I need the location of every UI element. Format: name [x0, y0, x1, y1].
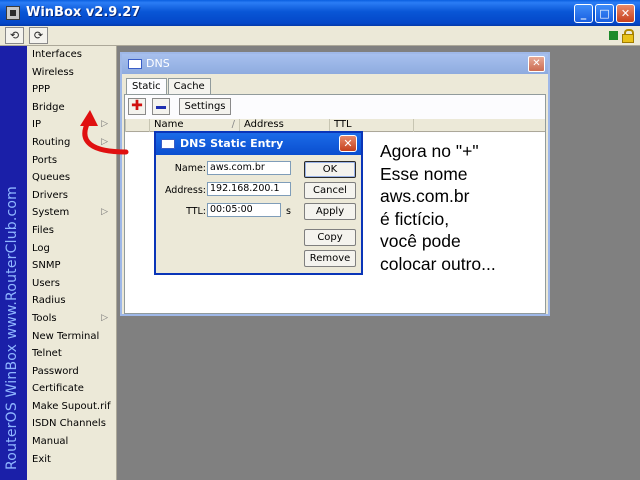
sidebar-item-label: Drivers — [32, 189, 68, 201]
sidebar-item-wireless[interactable]: Wireless — [27, 64, 116, 82]
redo-icon: ⟳ — [33, 29, 44, 42]
annotation-line: Agora no "+" — [380, 141, 479, 161]
sidebar-item-label: PPP — [32, 84, 51, 96]
address-field[interactable]: 192.168.200.1 — [207, 182, 291, 196]
sidebar-item-label: SNMP — [32, 260, 61, 272]
sidebar-item-files[interactable]: Files — [27, 222, 116, 240]
sidebar-item-interfaces[interactable]: Interfaces — [27, 46, 116, 64]
branding-vertical-text: RouterOS WinBox www.RouterClub.com — [4, 185, 20, 470]
dialog-title: DNS Static Entry — [180, 137, 284, 150]
lock-icon — [622, 29, 634, 43]
sidebar-item-label: Users — [32, 277, 61, 289]
dns-window-title: DNS — [146, 57, 170, 70]
sidebar-item-drivers[interactable]: Drivers — [27, 187, 116, 205]
tab-cache[interactable]: Cache — [167, 78, 211, 94]
red-curved-arrow — [80, 110, 129, 155]
sidebar-item-system[interactable]: System ▷ — [27, 204, 116, 222]
sidebar-item-label: Password — [32, 365, 79, 377]
sidebar-item-label: Bridge — [32, 101, 65, 113]
cancel-button[interactable]: Cancel — [304, 182, 356, 199]
connection-status-indicator — [609, 31, 618, 40]
dialog-close-button[interactable]: ✕ — [339, 135, 357, 152]
submenu-arrow-icon: ▷ — [101, 207, 108, 218]
sidebar-item-exit[interactable]: Exit — [27, 451, 116, 469]
ttl-unit: s — [286, 206, 291, 217]
sidebar-item-certificate[interactable]: Certificate — [27, 380, 116, 398]
annotation-line: é fictício, — [380, 208, 450, 229]
submenu-arrow-icon: ▷ — [101, 312, 108, 323]
ttl-label: TTL: — [186, 206, 206, 217]
undo-button[interactable]: ⟲ — [5, 27, 24, 44]
sidebar-item-label: ISDN Channels — [32, 418, 106, 430]
sidebar-item-new-terminal[interactable]: New Terminal — [27, 328, 116, 346]
sidebar-item-label: Tools — [32, 312, 57, 324]
sidebar-item-label: Wireless — [32, 66, 74, 78]
sidebar-item-manual[interactable]: Manual — [27, 433, 116, 451]
sidebar-item-label: Telnet — [32, 348, 62, 360]
column-header-filler — [413, 119, 545, 132]
sidebar-item-label: Certificate — [32, 383, 84, 395]
sidebar-item-label: Manual — [32, 436, 69, 448]
sidebar-item-tools[interactable]: Tools ▷ — [27, 310, 116, 328]
sidebar-item-log[interactable]: Log — [27, 240, 116, 258]
column-name-label: Name — [154, 119, 184, 130]
sort-indicator-icon: / — [231, 119, 235, 130]
dialog-titlebar[interactable]: DNS Static Entry ✕ — [156, 133, 361, 155]
undo-icon: ⟲ — [9, 29, 20, 42]
sidebar-item-label: Files — [32, 224, 54, 236]
apply-button[interactable]: Apply — [304, 203, 356, 220]
sidebar-item-label: System — [32, 207, 70, 219]
sidebar-item-label: Queues — [32, 172, 71, 184]
main-toolbar: ⟲ ⟳ — [0, 26, 640, 46]
sidebar-item-radius[interactable]: Radius — [27, 292, 116, 310]
sidebar-item-label: Ports — [32, 154, 58, 166]
dns-titlebar[interactable]: DNS ✕ — [122, 54, 548, 74]
sidebar-item-label: IP — [32, 119, 41, 131]
address-label: Address: — [164, 185, 206, 196]
sidebar-item-queues[interactable]: Queues — [27, 169, 116, 187]
sidebar-item-password[interactable]: Password — [27, 363, 116, 381]
main-titlebar: WinBox v2.9.27 _ □ ✕ — [0, 0, 640, 26]
annotation-line: Esse nome — [380, 163, 468, 184]
sidebar-item-label: Routing — [32, 136, 71, 148]
name-field[interactable]: aws.com.br — [207, 161, 291, 175]
ttl-field[interactable]: 00:05:00 — [207, 203, 281, 217]
winbox-app-icon — [6, 6, 20, 20]
sidebar-item-label: Interfaces — [32, 49, 82, 60]
annotation-line: aws.com.br — [380, 186, 470, 206]
window-icon — [128, 59, 142, 69]
minimize-button[interactable]: _ — [574, 4, 593, 23]
window-icon — [161, 139, 175, 149]
sidebar-item-label: Exit — [32, 453, 51, 465]
sidebar-item-telnet[interactable]: Telnet — [27, 345, 116, 363]
sidebar-item-label: Log — [32, 242, 50, 254]
sidebar-item-users[interactable]: Users — [27, 275, 116, 293]
close-button[interactable]: ✕ — [616, 4, 635, 23]
sidebar-item-make-supout-rif[interactable]: Make Supout.rif — [27, 398, 116, 416]
dns-static-entry-dialog: DNS Static Entry ✕ Name: aws.com.br Addr… — [154, 131, 363, 275]
redo-button[interactable]: ⟳ — [29, 27, 48, 44]
settings-button[interactable]: Settings — [179, 98, 231, 115]
annotation-line: colocar outro... — [380, 253, 496, 274]
remove-entry-button[interactable] — [152, 98, 170, 115]
dns-tabs: Static Cache — [126, 78, 212, 95]
ok-button[interactable]: OK — [304, 161, 356, 178]
sidebar-item-snmp[interactable]: SNMP — [27, 257, 116, 275]
annotation-text: Agora no "+" Esse nome aws.com.br é fict… — [380, 140, 548, 275]
sidebar-item-label: Make Supout.rif — [32, 400, 111, 412]
name-label: Name: — [174, 163, 206, 174]
dns-close-button[interactable]: ✕ — [528, 56, 545, 72]
minus-icon — [156, 106, 166, 109]
annotation-line: você pode — [380, 231, 461, 251]
sidebar-item-label: New Terminal — [32, 330, 100, 342]
sidebar-item-label: Radius — [32, 295, 66, 307]
tab-static[interactable]: Static — [126, 78, 167, 95]
copy-button[interactable]: Copy — [304, 229, 356, 246]
sidebar-item-isdn-channels[interactable]: ISDN Channels — [27, 415, 116, 433]
window-title: WinBox v2.9.27 — [26, 5, 141, 20]
sidebar-item-ppp[interactable]: PPP — [27, 81, 116, 99]
remove-button[interactable]: Remove — [304, 250, 356, 267]
maximize-button[interactable]: □ — [595, 4, 614, 23]
